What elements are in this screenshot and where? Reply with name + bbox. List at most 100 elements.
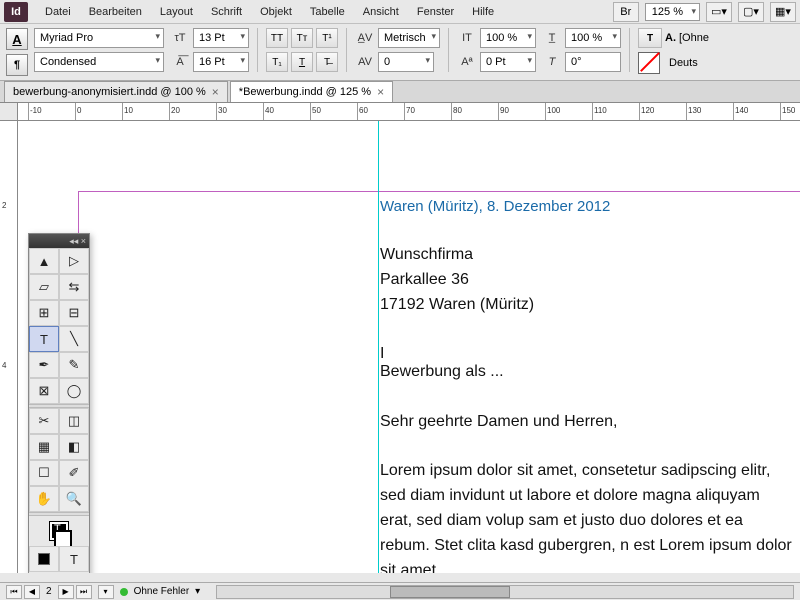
- close-icon[interactable]: ×: [212, 85, 219, 99]
- open-button[interactable]: ▾: [98, 585, 114, 599]
- app-logo: Id: [4, 2, 28, 22]
- fill-stroke-swatches[interactable]: T: [29, 516, 89, 546]
- charstyle-label: A.: [665, 32, 676, 44]
- menu-bearbeiten[interactable]: Bearbeiten: [80, 3, 151, 21]
- font-size-field[interactable]: 13 Pt: [193, 28, 249, 48]
- baseline-field[interactable]: 0 Pt: [480, 52, 536, 72]
- menu-tabelle[interactable]: Tabelle: [301, 3, 354, 21]
- subscript-button[interactable]: T₁: [266, 52, 288, 72]
- gradient-feather-tool[interactable]: ◧: [59, 434, 89, 460]
- fill-text-button[interactable]: T: [638, 28, 662, 48]
- leading-icon: A͞: [170, 52, 190, 72]
- gap-tool[interactable]: ⇆: [59, 274, 89, 300]
- next-page-button[interactable]: ▶: [58, 585, 74, 599]
- type-tool[interactable]: T: [29, 326, 59, 352]
- baseline-icon: Aª: [457, 52, 477, 72]
- eyedropper-tool[interactable]: ✐: [59, 460, 89, 486]
- apply-color-button[interactable]: [29, 546, 59, 572]
- scissors-tool[interactable]: ✂: [29, 408, 59, 434]
- fill-none-swatch[interactable]: [638, 52, 660, 74]
- superscript-button[interactable]: T¹: [316, 28, 338, 48]
- document-text[interactable]: Waren (Müritz), 8. Dezember 2012 Wunschf…: [380, 195, 792, 573]
- preflight-ok-icon: [120, 588, 128, 596]
- bridge-button[interactable]: Br: [613, 2, 639, 22]
- note-tool[interactable]: ☐: [29, 460, 59, 486]
- vscale-field[interactable]: 100 %: [480, 28, 536, 48]
- smallcaps-button[interactable]: Tᴛ: [291, 28, 313, 48]
- hscale-field[interactable]: 100 %: [565, 28, 621, 48]
- canvas[interactable]: Waren (Müritz), 8. Dezember 2012 Wunschf…: [18, 121, 800, 573]
- menu-fenster[interactable]: Fenster: [408, 3, 463, 21]
- tab-bewerbung[interactable]: *Bewerbung.indd @ 125 % ×: [230, 81, 393, 102]
- line-tool[interactable]: ╲: [59, 326, 89, 352]
- tab-label: bewerbung-anonymisiert.indd @ 100 %: [13, 86, 206, 98]
- zoom-tool[interactable]: 🔍: [59, 486, 89, 512]
- menu-datei[interactable]: Datei: [36, 3, 80, 21]
- close-icon[interactable]: ×: [377, 85, 384, 99]
- ruler-horizontal[interactable]: -100102030405060708090100110120130140150: [18, 103, 800, 121]
- doc-salutation: Sehr geehrte Damen und Herren,: [380, 410, 792, 435]
- tools-panel-header[interactable]: ◂◂ ×: [29, 234, 89, 248]
- format-text-button[interactable]: T: [59, 546, 89, 572]
- content-placer-tool[interactable]: ⊟: [59, 300, 89, 326]
- tracking-icon: AV: [355, 52, 375, 72]
- ruler-vertical[interactable]: 24: [0, 121, 18, 573]
- skew-field[interactable]: 0°: [565, 52, 621, 72]
- kerning-field[interactable]: Metrisch: [378, 28, 440, 48]
- pencil-tool[interactable]: ✎: [59, 352, 89, 378]
- strikethrough-button[interactable]: T̶: [316, 52, 338, 72]
- vscale-icon: IT: [457, 28, 477, 48]
- doc-date: Waren (Müritz), 8. Dezember 2012: [380, 195, 792, 218]
- charstyle-value[interactable]: [Ohne: [679, 32, 709, 44]
- allcaps-button[interactable]: TT: [266, 28, 288, 48]
- free-transform-tool[interactable]: ◫: [59, 408, 89, 434]
- character-mode-button[interactable]: A: [6, 28, 28, 50]
- tracking-field[interactable]: 0: [378, 52, 434, 72]
- hscale-icon: T̲: [542, 28, 562, 48]
- rectangle-frame-tool[interactable]: ⊠: [29, 378, 59, 404]
- document-tabs: bewerbung-anonymisiert.indd @ 100 % × *B…: [0, 81, 800, 103]
- guide-vertical[interactable]: [378, 121, 379, 573]
- font-family-field[interactable]: Myriad Pro: [34, 28, 164, 48]
- ruler-origin[interactable]: [0, 103, 18, 121]
- gradient-swatch-tool[interactable]: ▦: [29, 434, 59, 460]
- horizontal-scrollbar[interactable]: [216, 585, 794, 599]
- selection-tool[interactable]: ▲: [29, 248, 59, 274]
- arrange-button[interactable]: ▦▾: [770, 2, 796, 22]
- screen-mode-button[interactable]: ▢▾: [738, 2, 764, 22]
- status-bar: ⏮ ◀ 2 ▶ ⏭ ▾ Ohne Fehler ▾: [0, 582, 800, 600]
- menu-objekt[interactable]: Objekt: [251, 3, 301, 21]
- doc-addr3: 17192 Waren (Müritz): [380, 293, 792, 318]
- page-number[interactable]: 2: [46, 586, 52, 597]
- dropdown-icon[interactable]: ▾: [195, 586, 200, 597]
- first-page-button[interactable]: ⏮: [6, 585, 22, 599]
- menu-schrift[interactable]: Schrift: [202, 3, 251, 21]
- underline-button[interactable]: T: [291, 52, 313, 72]
- tools-panel: ◂◂ × ▲ ▷ ▱ ⇆ ⊞ ⊟ T ╲ ✒ ✎ ⊠ ◯ ✂ ◫ ▦ ◧ ☐ ✐…: [28, 233, 90, 573]
- pen-tool[interactable]: ✒: [29, 352, 59, 378]
- menu-layout[interactable]: Layout: [151, 3, 202, 21]
- doc-subject: Bewerbung als ...: [380, 360, 792, 385]
- last-page-button[interactable]: ⏭: [76, 585, 92, 599]
- kerning-icon: A̲V: [355, 28, 375, 48]
- prev-page-button[interactable]: ◀: [24, 585, 40, 599]
- preflight-status[interactable]: Ohne Fehler: [134, 586, 190, 597]
- page-tool[interactable]: ▱: [29, 274, 59, 300]
- language-field[interactable]: Deuts: [669, 57, 698, 69]
- hand-tool[interactable]: ✋: [29, 486, 59, 512]
- paragraph-mode-button[interactable]: ¶: [6, 54, 28, 76]
- font-style-field[interactable]: Condensed: [34, 52, 164, 72]
- doc-addr1: Wunschfirma: [380, 243, 792, 268]
- content-collector-tool[interactable]: ⊞: [29, 300, 59, 326]
- direct-selection-tool[interactable]: ▷: [59, 248, 89, 274]
- scrollbar-thumb[interactable]: [390, 586, 510, 598]
- rectangle-tool[interactable]: ◯: [59, 378, 89, 404]
- zoom-level[interactable]: 125 %: [645, 3, 700, 21]
- leading-field[interactable]: 16 Pt: [193, 52, 249, 72]
- menu-ansicht[interactable]: Ansicht: [354, 3, 408, 21]
- menu-hilfe[interactable]: Hilfe: [463, 3, 503, 21]
- view-mode-button[interactable]: ▭▾: [706, 2, 732, 22]
- tool-divider: [29, 512, 89, 516]
- tab-anonymisiert[interactable]: bewerbung-anonymisiert.indd @ 100 % ×: [4, 81, 228, 102]
- control-panel: A ¶ Myriad Pro Condensed τT13 Pt A͞16 Pt…: [0, 24, 800, 81]
